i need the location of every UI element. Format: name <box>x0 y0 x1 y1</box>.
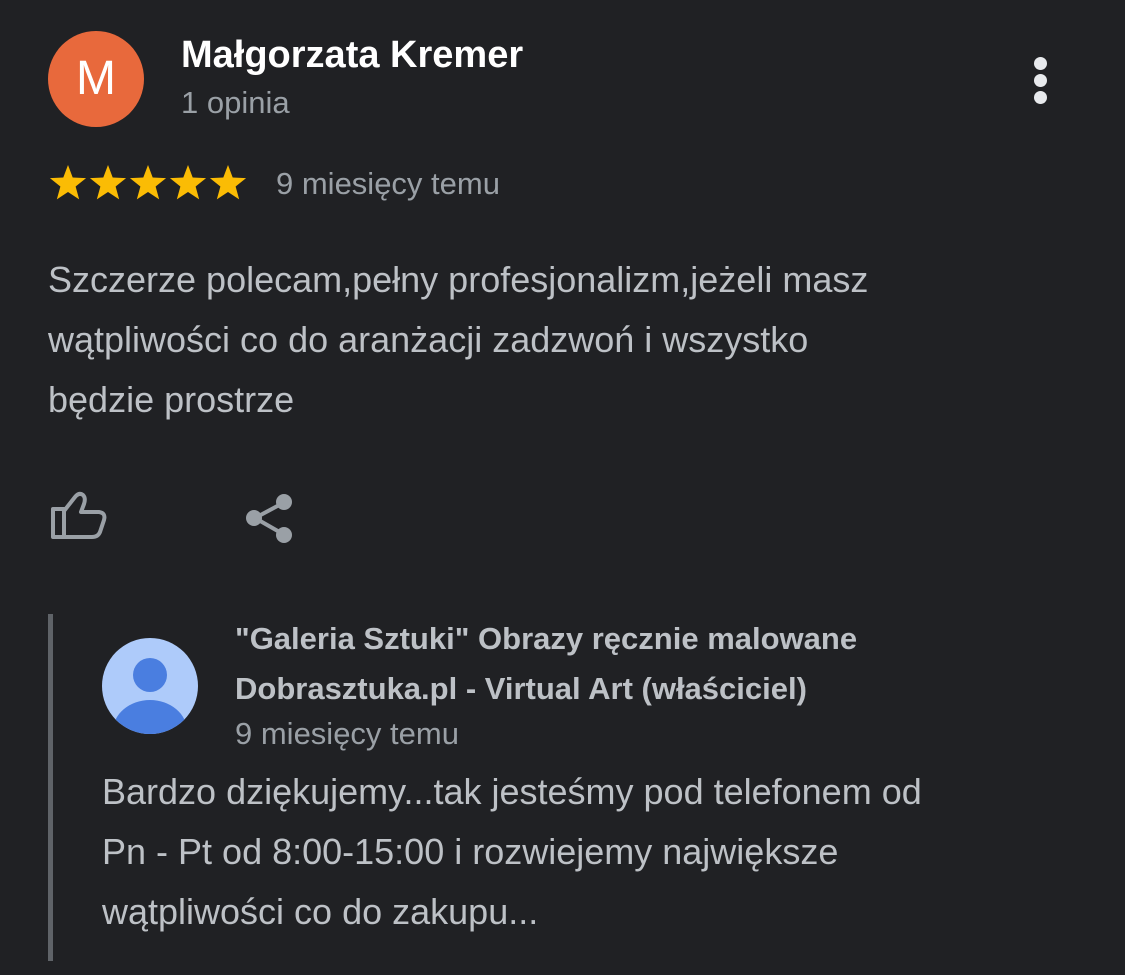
star-icon <box>129 165 167 200</box>
thumbs-up-icon <box>51 491 107 539</box>
like-button[interactable] <box>48 488 110 544</box>
review-text-line: Szczerze polecam,pełny profesjonalizm,je… <box>48 259 869 300</box>
star-icon <box>209 165 247 200</box>
reviewer-review-count: 1 opinia <box>181 85 290 120</box>
share-button[interactable] <box>240 490 300 550</box>
reply-text-line: wątpliwości co do zakupu... <box>102 891 539 932</box>
owner-avatar[interactable] <box>102 638 198 734</box>
reply-divider <box>48 614 53 961</box>
reply-text: Bardzo dziękujemy...tak jesteśmy pod tel… <box>102 762 1102 942</box>
owner-name: "Galeria Sztuki" Obrazy ręcznie malowane… <box>235 614 857 714</box>
review-text-line: będzie prostrze <box>48 379 295 420</box>
reply-timestamp: 9 miesięcy temu <box>235 716 459 751</box>
review-text: Szczerze polecam,pełny profesjonalizm,je… <box>48 250 1088 430</box>
star-rating <box>48 163 248 203</box>
more-options-button[interactable] <box>1017 52 1065 108</box>
reviewer-name[interactable]: Małgorzata Kremer <box>181 34 523 77</box>
owner-name-line: "Galeria Sztuki" Obrazy ręcznie malowane <box>235 621 858 656</box>
reply-text-line: Bardzo dziękujemy...tak jesteśmy pod tel… <box>102 771 922 812</box>
default-profile-avatar-icon <box>102 638 198 734</box>
review-text-line: wątpliwości co do aranżacji zadzwoń i ws… <box>48 319 809 360</box>
reply-text-line: Pn - Pt od 8:00-15:00 i rozwiejemy najwi… <box>102 831 839 872</box>
share-icon <box>246 494 292 543</box>
review-timestamp: 9 miesięcy temu <box>276 166 500 201</box>
star-icon <box>49 165 87 200</box>
review-card: M Małgorzata Kremer 1 opinia 9 miesięcy … <box>0 0 1125 975</box>
star-icon <box>89 165 127 200</box>
reviewer-avatar[interactable]: M <box>48 31 144 127</box>
owner-name-line: Dobrasztuka.pl - Virtual Art (właściciel… <box>235 671 807 706</box>
star-icon <box>169 165 207 200</box>
